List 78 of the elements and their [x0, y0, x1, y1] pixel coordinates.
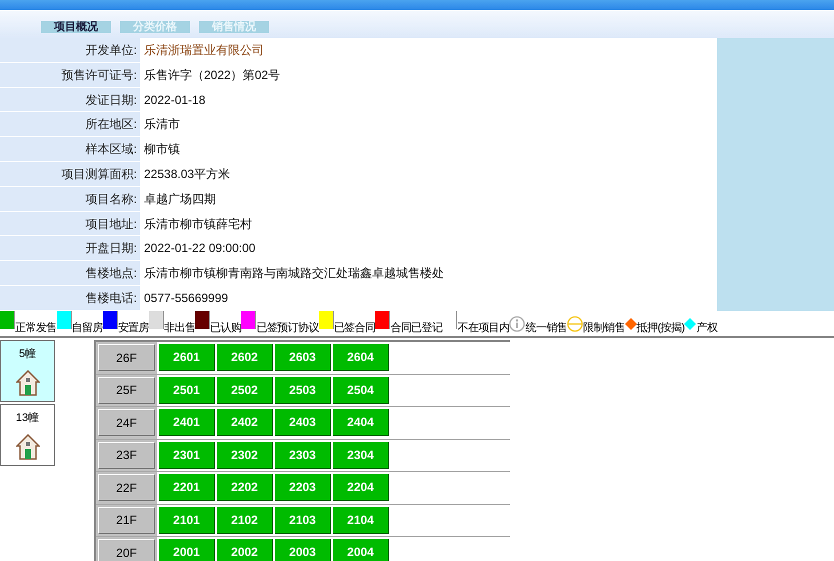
- floor-label: 26F: [98, 344, 155, 372]
- field-value: 乐清市: [143, 116, 180, 134]
- floor-label: 23F: [98, 442, 155, 469]
- unit-button[interactable]: 2002: [217, 539, 273, 561]
- unit-button[interactable]: 2504: [333, 376, 389, 404]
- unit-button[interactable]: 2302: [217, 442, 273, 469]
- unit-button[interactable]: 2604: [333, 344, 389, 372]
- unit-button[interactable]: 2402: [217, 409, 273, 436]
- field-label: 发证日期:: [0, 88, 140, 112]
- field-value: 卓越广场四期: [143, 190, 216, 208]
- field-value: 乐清市柳市镇薛宅村: [143, 216, 252, 233]
- field-label: 售楼地点:: [0, 261, 140, 285]
- field-label: 样本区域:: [0, 137, 140, 161]
- legend-label: 已认购: [210, 321, 242, 336]
- unit-button[interactable]: 2603: [275, 344, 331, 372]
- legend-label: 统一销售: [525, 320, 568, 336]
- field-label: 项目测算面积:: [0, 162, 140, 186]
- field-label: 所在地区:: [0, 112, 140, 136]
- unit-button[interactable]: 2104: [333, 506, 389, 534]
- floor-label: 21F: [98, 506, 155, 534]
- legend-label: 限制销售: [583, 321, 625, 336]
- info-icon: [509, 316, 526, 332]
- unit-button[interactable]: 2004: [333, 539, 389, 561]
- field-label: 项目名称:: [0, 186, 140, 211]
- unit-button[interactable]: 2201: [159, 474, 215, 502]
- field-label: 预售许可证号:: [0, 62, 140, 87]
- floor-label: 25F: [98, 376, 155, 404]
- unit-button[interactable]: 2502: [217, 376, 273, 404]
- field-label: 项目地址:: [0, 212, 140, 236]
- field-value: 0577-55669999: [143, 290, 228, 307]
- field-value: 2022-01-18: [143, 92, 206, 109]
- unit-button[interactable]: 2602: [217, 344, 273, 372]
- tab[interactable]: 销售情况: [199, 21, 269, 33]
- house-icon: [16, 370, 40, 396]
- building-tab[interactable]: 5幢: [0, 340, 55, 402]
- field-value: 22538.03平方米: [143, 166, 230, 183]
- field-value: 柳市镇: [143, 141, 180, 158]
- field-value: 乐清市柳市镇柳青南路与南城路交汇处瑞鑫卓越城售楼处: [143, 265, 444, 282]
- field-value: 乐售许字（2022）第02号: [143, 66, 280, 84]
- unit-button[interactable]: 2101: [159, 506, 215, 534]
- building-tab[interactable]: 13幢: [0, 404, 55, 466]
- legend-label: 已签预订协议: [256, 321, 319, 336]
- field-label: 开盘日期:: [0, 236, 140, 260]
- field-value[interactable]: 乐清浙瑞置业有限公司: [140, 38, 264, 62]
- legend-label: 自留房: [72, 320, 103, 336]
- unit-button[interactable]: 2601: [159, 344, 215, 372]
- unit-button[interactable]: 2404: [333, 409, 389, 436]
- legend-label: 产权: [696, 320, 718, 336]
- unit-button[interactable]: 2102: [217, 506, 273, 534]
- unit-button[interactable]: 2103: [275, 506, 331, 534]
- field-value: 2022-01-22 09:00:00: [143, 240, 256, 258]
- tab[interactable]: 分类价格: [120, 21, 190, 33]
- legend-label: 合同已登记: [390, 321, 442, 336]
- legend-label: 抵押(按揭): [636, 321, 684, 336]
- legend-label: 不在项目内: [457, 321, 510, 336]
- legend-label: 安置房: [118, 320, 150, 336]
- field-label: 开发单位:: [0, 38, 140, 62]
- legend-label: 已签合同: [334, 321, 376, 336]
- unit-button[interactable]: 2403: [275, 409, 331, 436]
- unit-button[interactable]: 2203: [275, 474, 331, 502]
- tab[interactable]: 项目概况: [41, 21, 111, 33]
- unit-button[interactable]: 2501: [159, 376, 215, 404]
- legend-label: 非出售: [164, 321, 196, 336]
- unit-button[interactable]: 2301: [159, 442, 215, 469]
- floor-label: 20F: [98, 539, 155, 561]
- unit-button[interactable]: 2001: [159, 539, 215, 561]
- unit-button[interactable]: 2202: [217, 474, 273, 502]
- floor-label: 24F: [98, 409, 155, 436]
- field-label: 售楼电话:: [0, 286, 140, 310]
- house-icon: [16, 434, 40, 460]
- unit-button[interactable]: 2401: [159, 409, 215, 436]
- legend-label: 正常发售: [15, 321, 57, 336]
- unit-button[interactable]: 2503: [275, 376, 331, 404]
- floor-label: 22F: [98, 474, 155, 502]
- unit-button[interactable]: 2204: [333, 474, 389, 502]
- unit-button[interactable]: 2304: [333, 442, 389, 469]
- unit-button[interactable]: 2003: [275, 539, 331, 561]
- unit-button[interactable]: 2303: [275, 442, 331, 469]
